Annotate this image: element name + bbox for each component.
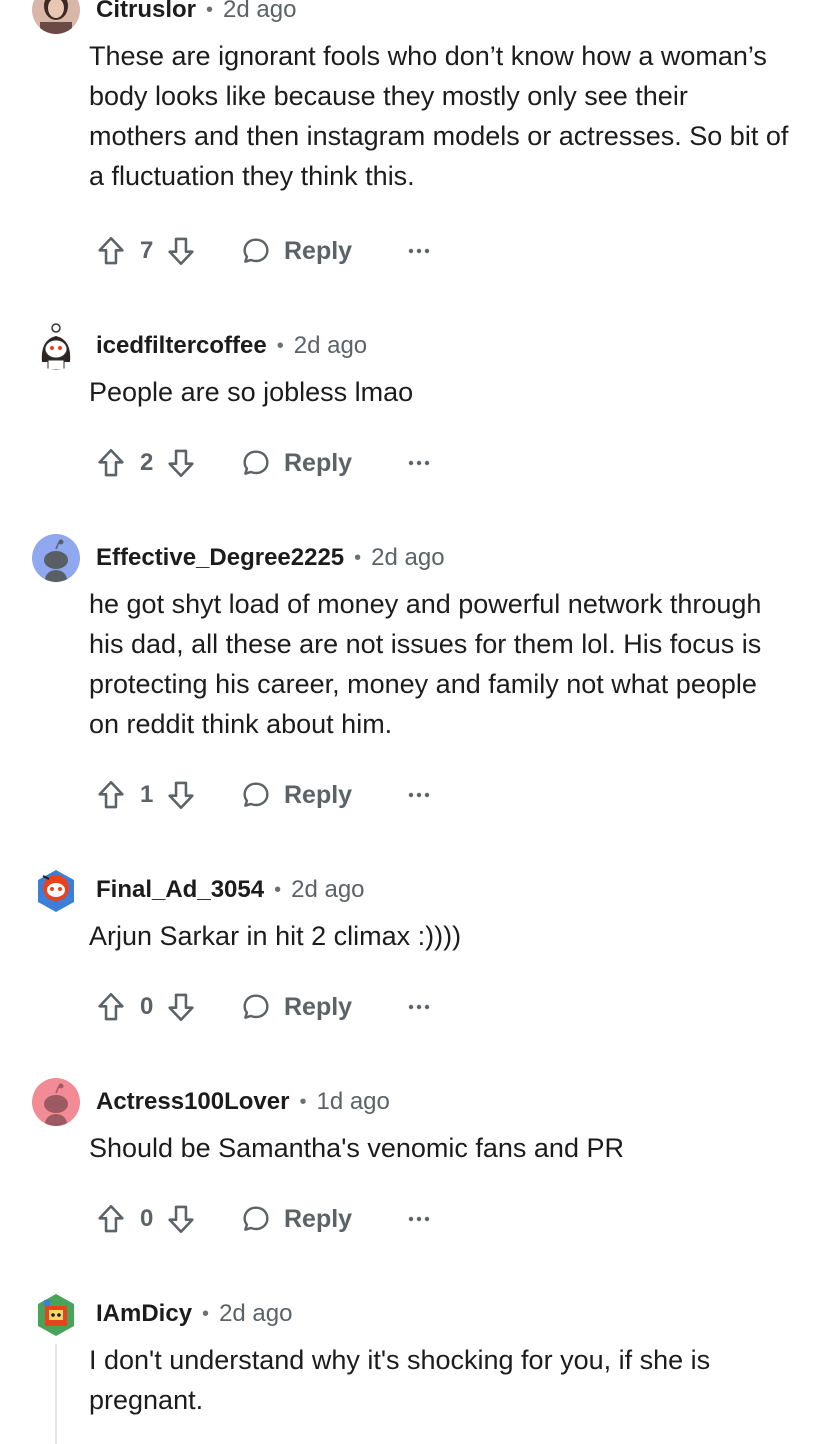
username[interactable]: Effective_Degree2225 — [96, 544, 344, 572]
timestamp: 2d ago — [223, 0, 297, 23]
downvote-icon[interactable] — [164, 990, 198, 1024]
comment-actions: 0 Reply — [94, 987, 430, 1027]
username[interactable]: Final_Ad_3054 — [96, 876, 264, 904]
more-options-icon[interactable] — [408, 247, 430, 255]
vote-score: 1 — [140, 781, 154, 808]
speech-bubble-icon — [240, 1203, 272, 1235]
comment-body: he got shyt load of money and powerful n… — [89, 589, 762, 739]
timestamp: 2d ago — [371, 544, 445, 571]
timestamp: 2d ago — [291, 876, 365, 903]
comment-body: These are ignorant fools who don’t know … — [89, 41, 789, 191]
reply-button[interactable]: Reply — [240, 235, 352, 267]
snoo-avatar-icon[interactable] — [32, 322, 80, 370]
comment-actions: 0 Reply — [94, 1199, 430, 1239]
downvote-icon[interactable] — [164, 446, 198, 480]
separator-dot: • — [206, 0, 214, 21]
separator-dot: • — [276, 334, 284, 357]
comment-header: Final_Ad_3054 • 2d ago — [32, 864, 365, 916]
more-options-icon[interactable] — [408, 791, 430, 799]
speech-bubble-icon — [240, 991, 272, 1023]
upvote-icon[interactable] — [94, 778, 128, 812]
speech-bubble-icon — [240, 235, 272, 267]
comment-header: Actress100Lover • 1d ago — [32, 1076, 390, 1128]
downvote-icon[interactable] — [164, 778, 198, 812]
timestamp: 2d ago — [219, 1300, 293, 1327]
comment-body: Should be Samantha's venomic fans and PR — [89, 1133, 624, 1163]
more-options-icon[interactable] — [408, 1215, 430, 1223]
more-options-icon[interactable] — [408, 459, 430, 467]
default-snoo-avatar-icon[interactable] — [32, 534, 80, 582]
reply-label: Reply — [284, 448, 353, 477]
separator-dot: • — [354, 546, 362, 569]
reply-button[interactable]: Reply — [240, 1203, 352, 1235]
reply-button[interactable]: Reply — [240, 779, 352, 811]
speech-bubble-icon — [240, 779, 272, 811]
vote-score: 0 — [140, 993, 154, 1020]
thread-line[interactable] — [55, 1344, 57, 1444]
speech-bubble-icon — [240, 447, 272, 479]
comment-actions: 2 Reply — [94, 443, 430, 483]
reply-label: Reply — [284, 1204, 353, 1233]
comment-header: Citruslor • 2d ago — [32, 0, 296, 36]
more-options-icon[interactable] — [408, 1003, 430, 1011]
upvote-icon[interactable] — [94, 234, 128, 268]
default-snoo-avatar-icon[interactable] — [32, 1078, 80, 1126]
upvote-icon[interactable] — [94, 990, 128, 1024]
comment-header: Effective_Degree2225 • 2d ago — [32, 532, 445, 584]
separator-dot: • — [274, 878, 282, 901]
reply-label: Reply — [284, 236, 353, 265]
comment-actions: 1 Reply — [94, 775, 430, 815]
comment-body: Arjun Sarkar in hit 2 climax :)))) — [89, 921, 462, 951]
username[interactable]: icedfiltercoffee — [96, 332, 267, 360]
snoo-avatar-icon[interactable] — [32, 1290, 80, 1338]
comment-header: IAmDicy • 2d ago — [32, 1288, 292, 1340]
snoo-avatar-icon[interactable] — [32, 866, 80, 914]
timestamp: 1d ago — [316, 1088, 390, 1115]
comment-actions: 7 Reply — [94, 231, 430, 271]
comment-body: I don't understand why it's shocking for… — [89, 1345, 711, 1415]
separator-dot: • — [202, 1302, 210, 1325]
username[interactable]: IAmDicy — [96, 1300, 192, 1328]
profile-photo-icon[interactable] — [32, 0, 80, 34]
username[interactable]: Actress100Lover — [96, 1088, 289, 1116]
comment-body: People are so jobless lmao — [89, 377, 414, 407]
timestamp: 2d ago — [293, 332, 368, 359]
vote-score: 2 — [140, 449, 154, 476]
vote-score: 7 — [140, 237, 154, 264]
username[interactable]: Citruslor — [96, 0, 196, 24]
reply-label: Reply — [284, 992, 353, 1021]
reply-label: Reply — [284, 780, 353, 809]
separator-dot: • — [299, 1090, 307, 1113]
reply-button[interactable]: Reply — [240, 447, 352, 479]
vote-score: 0 — [140, 1205, 154, 1232]
upvote-icon[interactable] — [94, 1202, 128, 1236]
comment-header: icedfiltercoffee • 2d ago — [32, 320, 367, 372]
upvote-icon[interactable] — [94, 446, 128, 480]
downvote-icon[interactable] — [164, 1202, 198, 1236]
reply-button[interactable]: Reply — [240, 991, 352, 1023]
downvote-icon[interactable] — [164, 234, 198, 268]
